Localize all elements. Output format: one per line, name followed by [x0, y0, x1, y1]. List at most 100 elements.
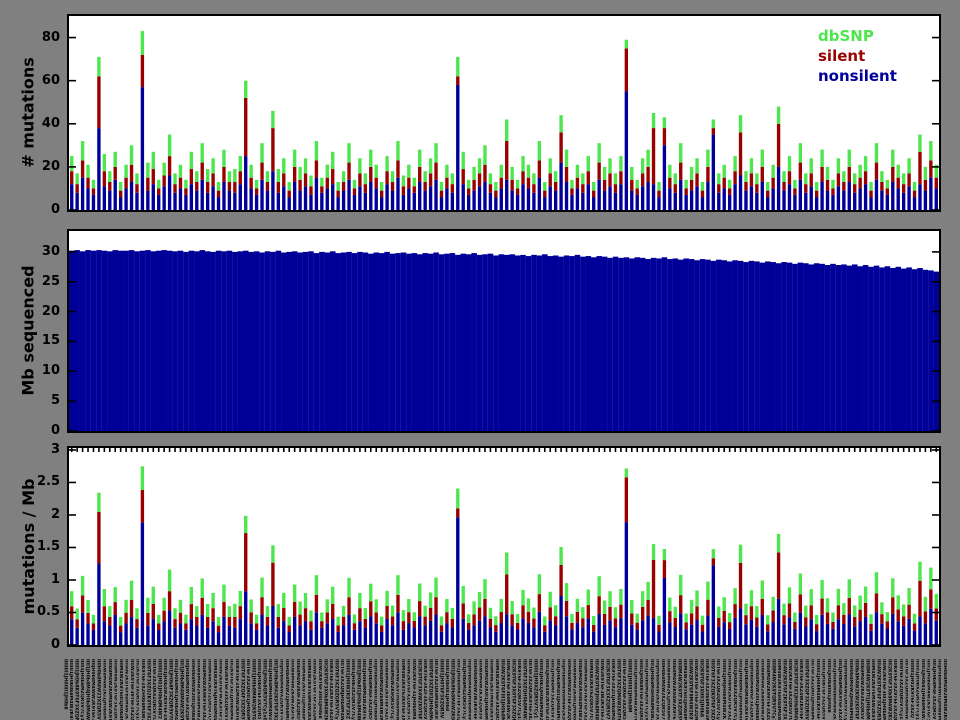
- bar-segment: [712, 119, 715, 128]
- bar-segment: [369, 617, 372, 645]
- bar-segment: [505, 614, 508, 645]
- bar-segment: [777, 107, 780, 124]
- bar-segment: [695, 590, 698, 606]
- bar-segment: [935, 621, 938, 645]
- bar-segment: [228, 171, 231, 182]
- bar-segment: [559, 565, 562, 596]
- bar-segment: [331, 152, 334, 169]
- bar-segment: [929, 178, 932, 210]
- bar-segment: [591, 257, 597, 431]
- bar-segment: [298, 180, 301, 191]
- bar-segment: [701, 631, 704, 645]
- bar-segment: [543, 625, 546, 632]
- bar-segment: [570, 188, 573, 194]
- bar-segment: [538, 612, 541, 645]
- bar-segment: [456, 85, 459, 210]
- bar-segment: [636, 629, 639, 645]
- bar-segment: [451, 184, 454, 193]
- bar-segment: [630, 600, 633, 613]
- bar-segment: [847, 266, 853, 431]
- bar-segment: [92, 623, 95, 629]
- bar-segment: [179, 600, 182, 613]
- bar-segment: [418, 182, 421, 210]
- bar-segment: [157, 188, 160, 194]
- bar-segment: [918, 135, 921, 152]
- bar-segment: [549, 592, 552, 608]
- bar-segment: [358, 186, 361, 210]
- bar-segment: [744, 615, 747, 624]
- bar-segment: [168, 591, 171, 610]
- bar-segment: [880, 171, 883, 182]
- bar-segment: [206, 182, 209, 193]
- bar-segment: [173, 619, 176, 628]
- bar-segment: [820, 150, 823, 167]
- bar-segment: [276, 251, 282, 431]
- bar-segment: [364, 608, 367, 619]
- bar-segment: [130, 145, 133, 164]
- bar-segment: [353, 195, 356, 210]
- bar-segment: [195, 606, 198, 617]
- bar-segment: [576, 599, 579, 612]
- bar-segment: [114, 615, 117, 645]
- bar-segment: [906, 267, 912, 431]
- bar-segment: [875, 143, 878, 162]
- bar-segment: [190, 619, 193, 645]
- bar-segment: [836, 265, 842, 431]
- bar-segment: [543, 191, 546, 197]
- bar-segment: [179, 623, 182, 645]
- bar-segment: [913, 182, 916, 191]
- bar-segment: [75, 619, 78, 628]
- bar-segment: [842, 615, 845, 624]
- bar-segment: [86, 165, 89, 178]
- bar-segment: [145, 250, 151, 431]
- bar-segment: [907, 158, 910, 173]
- bar-segment: [875, 163, 878, 180]
- bar-segment: [777, 124, 780, 167]
- bar-segment: [483, 145, 486, 164]
- bar-segment: [385, 184, 388, 210]
- bar-segment: [701, 191, 704, 197]
- bar-segment: [613, 257, 619, 431]
- bar-segment: [516, 614, 519, 623]
- bar-segment: [755, 193, 758, 210]
- bar-segment: [771, 622, 774, 645]
- bar-segment: [576, 178, 579, 189]
- bar-segment: [690, 167, 693, 180]
- bar-segment: [135, 628, 138, 645]
- bar-segment: [380, 197, 383, 210]
- bar-segment: [309, 195, 312, 210]
- bar-segment: [423, 617, 426, 626]
- bar-segment: [625, 522, 628, 645]
- bar-segment: [271, 545, 274, 562]
- bar-segment: [505, 552, 508, 574]
- bar-segment: [706, 182, 709, 210]
- bar-segment: [619, 156, 622, 171]
- bar-segment: [581, 607, 584, 618]
- bar-segment: [254, 251, 260, 431]
- bar-segment: [97, 76, 100, 128]
- bar-segment: [103, 171, 106, 186]
- bar-segment: [902, 616, 905, 626]
- bar-segment: [178, 251, 184, 431]
- bar-segment: [222, 167, 225, 182]
- bar-segment: [119, 617, 122, 626]
- bar-segment: [124, 600, 127, 613]
- bar-segment: [298, 625, 301, 645]
- bar-segment: [717, 606, 720, 617]
- bar-segment: [924, 167, 927, 180]
- bar-segment: [750, 186, 753, 210]
- bar-segment: [271, 128, 274, 171]
- bar-segment: [651, 258, 657, 431]
- bar-segment: [542, 254, 548, 431]
- bar-segment: [510, 191, 513, 210]
- bar-segment: [842, 171, 845, 182]
- bar-segment: [723, 188, 726, 210]
- bar-segment: [440, 191, 443, 197]
- bar-segment: [744, 191, 747, 210]
- bar-segment: [804, 173, 807, 184]
- bar-segment: [837, 605, 840, 619]
- bar-segment: [146, 598, 149, 613]
- bar-segment: [603, 625, 606, 645]
- bar-segment: [206, 617, 209, 628]
- bar-segment: [625, 468, 628, 477]
